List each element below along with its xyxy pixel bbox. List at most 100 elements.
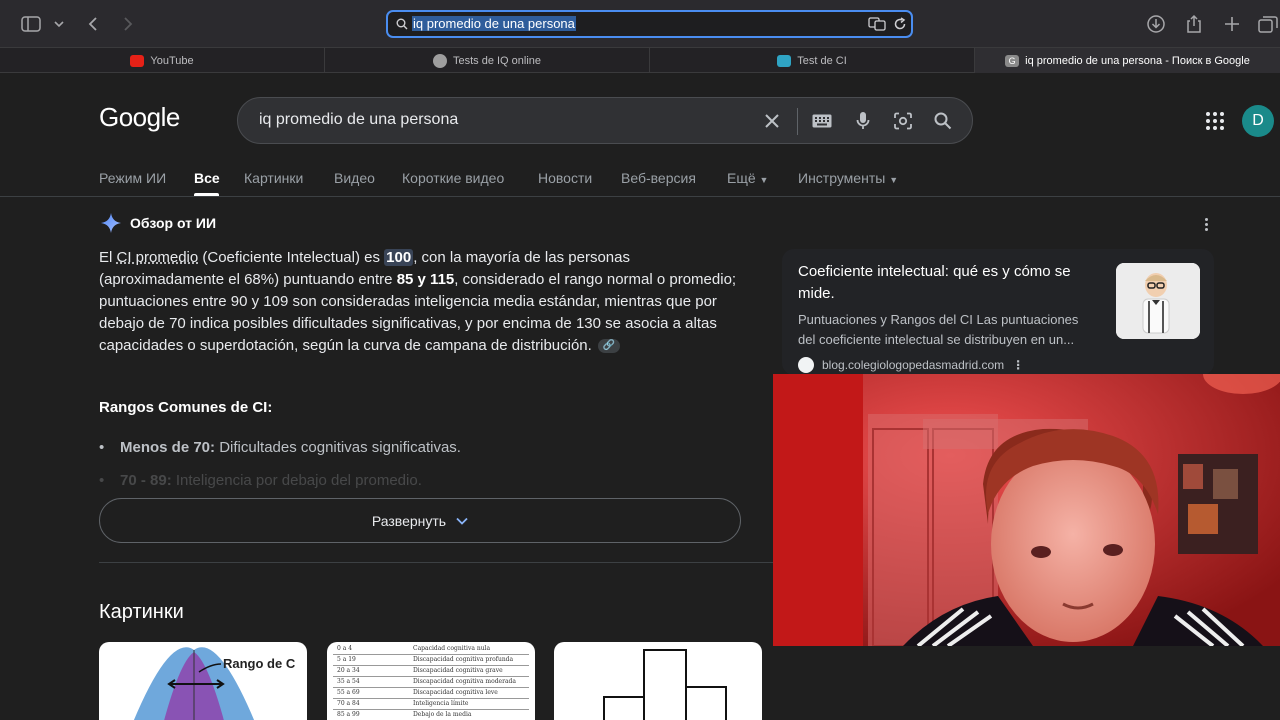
more-options-icon[interactable]	[1198, 214, 1214, 234]
browser-toolbar: iq promedio de una persona	[0, 0, 1280, 48]
search-icon	[396, 18, 408, 30]
reload-icon[interactable]	[893, 17, 907, 31]
snippet-line: del coeficiente intelectual se distribuy…	[798, 332, 1075, 347]
table-row: 0 a 4 Capacidad cognitiva nula	[333, 644, 529, 655]
ranges-heading: Rangos Comunes de CI:	[99, 399, 273, 416]
expand-button[interactable]: Развернуть	[99, 498, 741, 543]
ai-overview-text: El CI promedio (Coeficiente Intelectual)…	[99, 247, 744, 357]
section-divider	[99, 562, 774, 563]
source-domain[interactable]: blog.colegiologopedasmadrid.com	[822, 358, 1004, 372]
expand-label: Развернуть	[371, 512, 447, 529]
list-item: 70 - 89: Inteligencia por debajo del pro…	[99, 472, 422, 489]
source-domain-row: blog.colegiologopedasmadrid.com ⋮	[798, 357, 1024, 373]
image-caption: Rango de C	[223, 656, 296, 671]
caret-down-icon: ▼	[759, 175, 769, 185]
google-g-icon: G	[1005, 54, 1020, 67]
bullet-value: Inteligencia por debajo del promedio.	[171, 472, 422, 489]
google-logo[interactable]: Google	[99, 102, 180, 133]
translate-icon[interactable]	[868, 17, 886, 31]
address-bar[interactable]: iq promedio de una persona	[386, 10, 913, 38]
text-segment: El	[99, 249, 117, 266]
image-thumbnail[interactable]: Rango de C	[99, 642, 307, 720]
share-icon[interactable]	[1182, 12, 1206, 36]
highlight-value: 100	[384, 249, 414, 266]
table-row: 5 a 19 Discapacidad cognitiva profunda	[333, 655, 529, 666]
link-icon[interactable]: 🔗	[597, 339, 620, 354]
gemini-sparkle-icon	[101, 213, 121, 233]
bold-range: 85 y 115	[396, 271, 455, 288]
histogram-image	[603, 649, 727, 720]
term-link[interactable]: CI promedio	[117, 249, 199, 266]
text-segment: (Coeficiente Intelectual) es	[198, 249, 385, 266]
avatar[interactable]: D	[1242, 105, 1274, 137]
downloads-icon[interactable]	[1144, 12, 1168, 36]
search-query[interactable]: iq promedio de una persona	[259, 111, 458, 129]
source-card[interactable]: Coeficiente intelectual: qué es y cómo s…	[782, 249, 1214, 375]
source-snippet: Puntuaciones y Rangos del CI Las puntuac…	[798, 310, 1110, 350]
tab-youtube[interactable]: YouTube	[0, 48, 325, 73]
child-photo-image	[1116, 263, 1200, 339]
back-icon[interactable]	[81, 12, 105, 36]
ai-overview-header: Обзор от ИИ	[100, 212, 216, 234]
bullet-value: Dificultades cognitivas significativas.	[215, 439, 461, 456]
lens-camera-icon[interactable]	[891, 109, 915, 133]
table-row: 70 a 84 Inteligencia límite	[333, 699, 529, 710]
tab-overview-icon[interactable]	[1256, 12, 1280, 36]
youtube-icon	[130, 54, 145, 67]
separator	[797, 108, 798, 135]
image-thumbnail[interactable]: 0 a 4 Capacidad cognitiva nula 5 a 19 Disc…	[327, 642, 535, 720]
chevron-down-icon	[456, 517, 468, 525]
tools-button[interactable]: Инструменты ▼	[798, 170, 898, 186]
forward-icon[interactable]	[116, 12, 140, 36]
source-thumbnail[interactable]	[1116, 263, 1200, 339]
snippet-line: Puntuaciones y Rangos del CI Las puntuac…	[798, 312, 1079, 327]
webcam-video-image	[773, 374, 1280, 646]
site-favicon-icon	[798, 357, 814, 373]
bullet-key: 70 - 89:	[120, 472, 172, 489]
table-row: 55 a 69 Discapacidad cognitiva leve	[333, 688, 529, 699]
table-row: 85 a 99 Debajo de la media	[333, 710, 529, 720]
tab-all[interactable]: Все	[194, 170, 220, 186]
tools-label: Инструменты	[798, 170, 886, 186]
tab-test-ci[interactable]: Test de CI	[650, 48, 975, 73]
bullet-key: Menos de 70:	[120, 439, 216, 456]
tab-more[interactable]: Ещё ▼	[727, 170, 768, 186]
tab-images[interactable]: Картинки	[244, 170, 303, 186]
table-row: 20 a 34 Discapacidad cognitiva grave	[333, 666, 529, 677]
tab-label: iq promedio de una persona - Поиск в Goo…	[1025, 54, 1250, 67]
more-options-icon[interactable]: ⋮	[1012, 358, 1024, 372]
tab-web[interactable]: Веб-версия	[621, 170, 696, 186]
tab-short-videos[interactable]: Короткие видео	[402, 170, 504, 186]
search-input[interactable]: iq promedio de una persona	[237, 97, 973, 144]
tab-google-search[interactable]: G iq promedio de una persona - Поиск в G…	[975, 48, 1280, 73]
source-title[interactable]: Coeficiente intelectual: qué es y cómo s…	[798, 261, 1108, 305]
sidebar-icon[interactable]	[19, 12, 43, 36]
google-apps-icon[interactable]	[1202, 108, 1226, 132]
tab-label: YouTube	[150, 54, 194, 67]
images-section-title: Картинки	[99, 601, 184, 623]
bell-curve-image	[133, 647, 255, 720]
ai-overview-title: Обзор от ИИ	[130, 215, 217, 231]
tab-bar: YouTube Tests de IQ online Test de CI G …	[0, 48, 1280, 73]
search-icon[interactable]	[931, 109, 955, 133]
new-tab-icon[interactable]	[1220, 12, 1244, 36]
tab-video[interactable]: Видео	[334, 170, 375, 186]
keyboard-icon[interactable]	[810, 109, 834, 133]
tab-label: Test de CI	[797, 54, 847, 67]
tab-iq-tests[interactable]: Tests de IQ online	[325, 48, 650, 73]
divider	[0, 196, 1280, 197]
webcam-overlay	[773, 374, 1280, 646]
site-icon	[777, 54, 792, 67]
tab-news[interactable]: Новости	[538, 170, 592, 186]
caret-down-icon: ▼	[889, 175, 899, 185]
tab-more-label: Ещё	[727, 170, 756, 186]
microphone-icon[interactable]	[851, 109, 875, 133]
image-thumbnail[interactable]	[554, 642, 762, 720]
list-item: Menos de 70: Dificultades cognitivas sig…	[99, 439, 461, 456]
clear-icon[interactable]	[760, 109, 784, 133]
tab-label: Tests de IQ online	[452, 54, 542, 67]
tab-ai-mode[interactable]: Режим ИИ	[99, 170, 166, 186]
address-text[interactable]: iq promedio de una persona	[412, 16, 576, 32]
openai-icon	[432, 53, 447, 68]
chevron-down-icon[interactable]	[47, 12, 71, 36]
